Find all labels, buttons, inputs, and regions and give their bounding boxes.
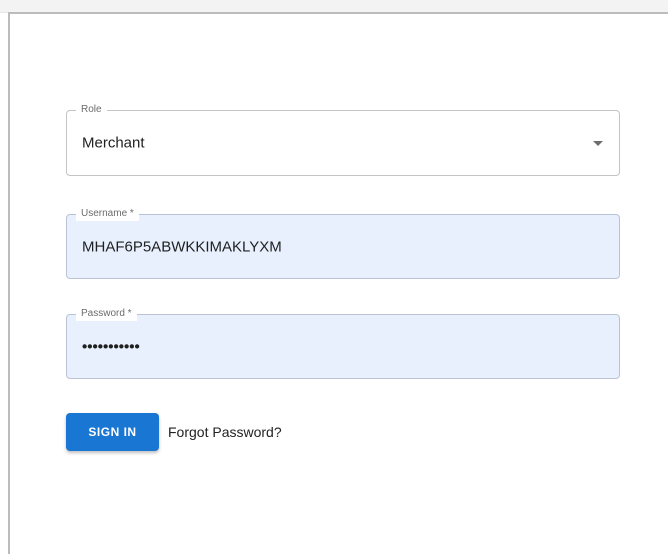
login-panel — [8, 12, 668, 554]
password-value[interactable]: ••••••••••• — [82, 338, 140, 355]
role-label: Role — [76, 103, 107, 117]
password-label: Password * — [76, 307, 137, 321]
chevron-down-icon[interactable] — [593, 141, 603, 146]
password-field[interactable]: Password * ••••••••••• — [66, 307, 620, 379]
username-label: Username * — [76, 207, 139, 221]
sign-in-button[interactable]: SIGN IN — [66, 413, 159, 451]
forgot-password-link[interactable]: Forgot Password? — [168, 424, 282, 440]
role-select[interactable]: Role Merchant — [66, 103, 620, 176]
role-value: Merchant — [82, 134, 145, 152]
username-field[interactable]: Username * MHAF6P5ABWKKIMAKLYXM — [66, 207, 620, 279]
username-value[interactable]: MHAF6P5ABWKKIMAKLYXM — [82, 238, 282, 255]
